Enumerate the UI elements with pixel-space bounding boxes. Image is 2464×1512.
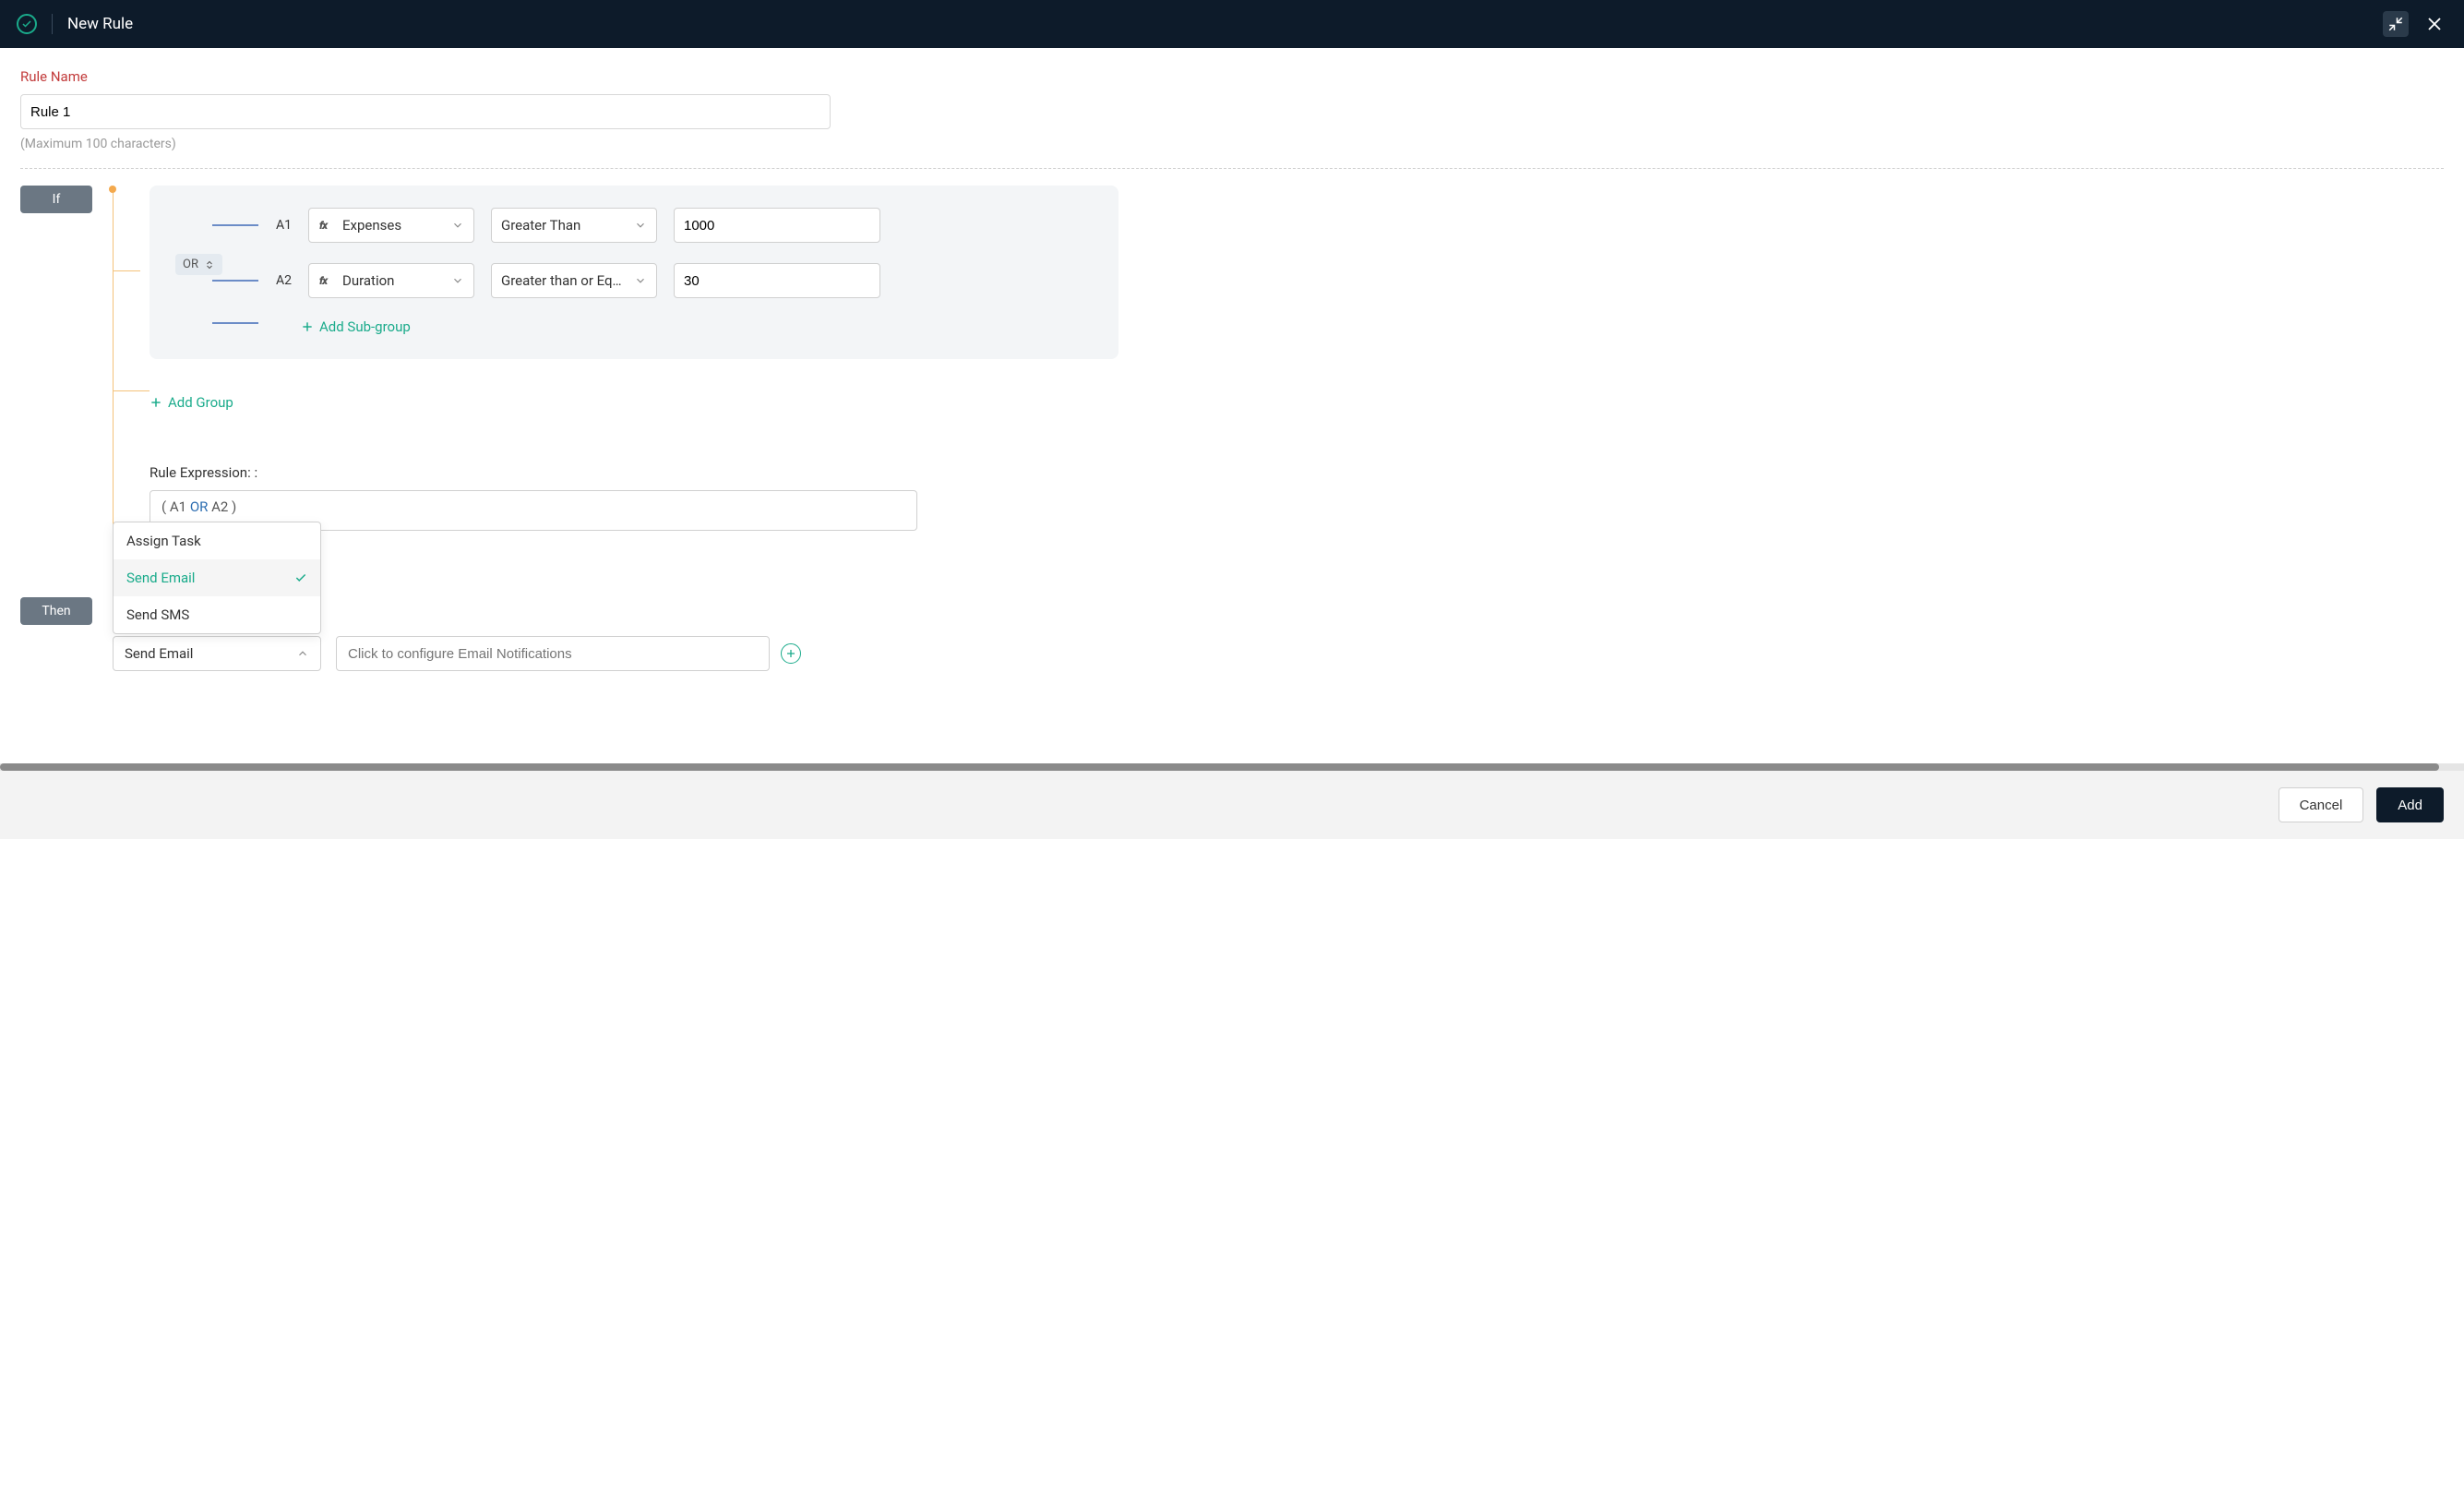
operator-value: Greater than or Equ… bbox=[501, 272, 625, 289]
group-operator-label: OR bbox=[183, 258, 198, 271]
add-subgroup-button[interactable]: Add Sub-group bbox=[301, 318, 411, 335]
tree-connector bbox=[113, 390, 150, 391]
condition-row: A2 fx Duration Greater than or Equ… bbox=[266, 263, 1096, 298]
plus-icon bbox=[301, 320, 314, 333]
operator-select[interactable]: Greater Than bbox=[491, 208, 657, 243]
email-config-input[interactable] bbox=[336, 636, 770, 671]
condition-id: A2 bbox=[266, 273, 292, 288]
collapse-button[interactable] bbox=[2383, 11, 2409, 37]
tree-dot bbox=[109, 186, 116, 193]
add-action-button[interactable] bbox=[781, 643, 801, 664]
value-input[interactable] bbox=[674, 208, 880, 243]
condition-group: OR A1 fx bbox=[150, 186, 1118, 359]
check-circle-icon bbox=[17, 14, 37, 34]
rule-expression-label: Rule Expression: : bbox=[150, 464, 2444, 481]
action-select-value: Send Email bbox=[125, 645, 193, 662]
chevron-down-icon bbox=[451, 274, 464, 287]
modal-title: New Rule bbox=[67, 15, 2383, 33]
condition-row: A1 fx Expenses Greater Than bbox=[266, 208, 1096, 243]
dropdown-item-send-email[interactable]: Send Email bbox=[114, 559, 320, 596]
field-value: Duration bbox=[342, 272, 394, 289]
section-divider bbox=[20, 168, 2444, 169]
plus-icon bbox=[785, 648, 796, 659]
horizontal-scrollbar[interactable] bbox=[0, 763, 2464, 771]
add-group-label: Add Group bbox=[168, 394, 233, 411]
then-badge: Then bbox=[20, 597, 92, 625]
condition-id: A1 bbox=[266, 218, 292, 233]
svg-text:fx: fx bbox=[319, 220, 327, 231]
operator-select[interactable]: Greater than or Equ… bbox=[491, 263, 657, 298]
chevron-up-icon bbox=[296, 647, 309, 660]
rule-name-hint: (Maximum 100 characters) bbox=[20, 137, 2444, 151]
plus-icon bbox=[150, 396, 162, 409]
sort-icon bbox=[204, 259, 215, 270]
if-badge: If bbox=[20, 186, 92, 213]
chevron-down-icon bbox=[634, 274, 647, 287]
action-dropdown-panel: Assign Task Send Email Send SMS bbox=[113, 522, 321, 634]
function-icon: fx bbox=[318, 218, 333, 233]
check-icon bbox=[294, 571, 307, 584]
value-input[interactable] bbox=[674, 263, 880, 298]
field-select[interactable]: fx Expenses bbox=[308, 208, 474, 243]
group-operator-toggle[interactable]: OR bbox=[175, 254, 222, 275]
add-button[interactable]: Add bbox=[2376, 787, 2444, 822]
modal-footer: Cancel Add bbox=[0, 771, 2464, 839]
chevron-down-icon bbox=[451, 219, 464, 232]
rule-name-label: Rule Name bbox=[20, 68, 2444, 85]
action-select[interactable]: Send Email bbox=[113, 636, 321, 671]
chevron-down-icon bbox=[634, 219, 647, 232]
tree-connector bbox=[113, 270, 140, 271]
close-icon bbox=[2426, 16, 2443, 32]
add-group-button[interactable]: Add Group bbox=[150, 394, 233, 411]
scrollbar-thumb[interactable] bbox=[0, 763, 2439, 771]
rule-name-input[interactable] bbox=[20, 94, 831, 129]
dropdown-item-assign-task[interactable]: Assign Task bbox=[114, 522, 320, 559]
field-value: Expenses bbox=[342, 217, 401, 234]
close-button[interactable] bbox=[2422, 11, 2447, 37]
cancel-button[interactable]: Cancel bbox=[2279, 787, 2364, 822]
header-divider bbox=[52, 14, 53, 34]
tree-vertical-line bbox=[113, 193, 114, 531]
dropdown-item-send-sms[interactable]: Send SMS bbox=[114, 596, 320, 633]
function-icon: fx bbox=[318, 273, 333, 288]
modal-header: New Rule bbox=[0, 0, 2464, 48]
collapse-icon bbox=[2387, 16, 2404, 32]
svg-text:fx: fx bbox=[319, 275, 327, 286]
operator-value: Greater Than bbox=[501, 217, 625, 234]
field-select[interactable]: fx Duration bbox=[308, 263, 474, 298]
add-subgroup-label: Add Sub-group bbox=[319, 318, 411, 335]
